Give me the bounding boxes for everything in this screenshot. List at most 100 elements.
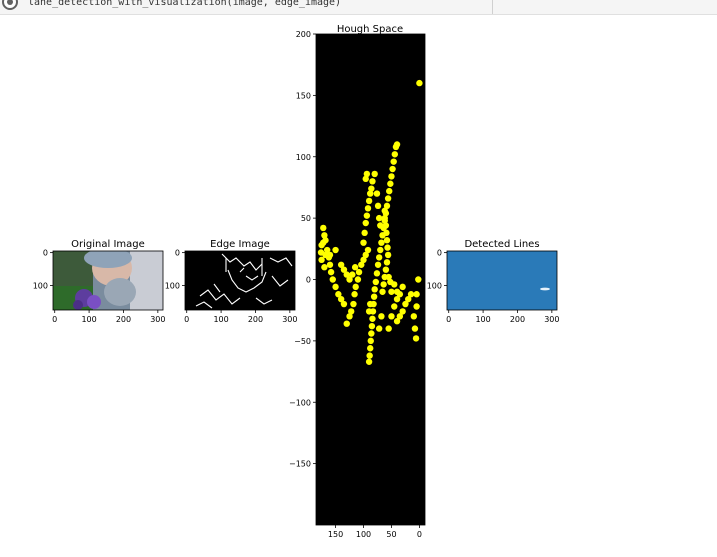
y-tick-label: 0 [43,249,48,258]
hough-point [367,337,374,345]
detected-lines-title: Detected Lines [464,239,539,250]
hough-point [371,170,378,178]
x-tick-label: 200 [116,315,131,324]
hough-point [399,283,406,291]
hough-point [411,325,419,332]
hough-point [377,222,384,229]
hough-point [368,185,375,192]
hough-point [380,281,387,288]
hough-point [372,278,380,286]
hough-point [364,246,372,254]
y-tick-label: −150 [289,460,311,469]
original-image-title: Original Image [71,239,145,250]
hough-point [321,232,328,239]
hough-point [361,229,368,237]
hough-point [415,276,422,283]
y-tick-label: 200 [296,30,311,39]
hough-point [388,173,395,180]
y-tick-label: 0 [175,249,180,258]
hough-point [381,207,388,214]
hough-point [365,308,373,315]
hough-point [384,251,392,259]
hough-point [385,325,392,332]
figure-canvas: Original Image 0 100 200 300 0 100 Edge Image [33,24,560,539]
x-tick-label: 200 [510,315,525,324]
hough-point [363,212,371,219]
y-tick-label: 0 [306,276,311,285]
x-tick-label: 0 [417,530,422,539]
hough-point [378,313,385,320]
hough-point [413,303,420,310]
hough-point [373,190,381,197]
y-tick-label: 100 [427,281,442,290]
hough-point [378,239,385,246]
hough-point [368,330,375,337]
hough-point [367,300,374,308]
hough-point [386,187,393,195]
y-tick-label: 50 [301,214,311,223]
detected-lines-image [447,251,557,310]
hough-point [399,308,406,315]
hough-point [326,261,334,268]
hough-point [369,315,376,322]
hough-point [412,335,420,342]
x-tick-label: 100 [475,315,490,324]
hough-point [407,291,415,298]
detected-lines-panel: Detected Lines 0 100 200 300 0 100 [427,239,560,324]
x-tick-label: 100 [213,315,228,324]
hough-point [375,214,383,222]
y-tick-label: 100 [296,153,311,162]
hough-point [363,170,371,178]
hough-point [320,224,327,232]
hough-point [383,259,391,266]
hough-point [360,239,367,246]
x-tick-label: 150 [328,530,343,539]
hough-point [354,276,362,283]
hough-point [320,239,327,246]
hough-space-panel: Hough Space 150 100 50 0 −150 −100 −50 0 50 100 15… [289,24,426,539]
hough-point [410,313,418,320]
hough-point [391,303,398,310]
hough-point [382,266,390,273]
y-tick-label: 150 [296,91,311,100]
original-image-panel: Original Image 0 100 200 300 0 100 [33,239,166,324]
hough-point [388,288,395,295]
hough-point [321,264,328,271]
y-tick-label: −50 [294,337,311,346]
x-tick-label: 100 [356,530,371,539]
x-tick-label: 300 [282,315,297,324]
hough-point [332,283,339,291]
x-tick-label: 200 [248,315,263,324]
y-tick-label: −100 [289,398,311,407]
hough-point [387,180,394,187]
hough-point [364,205,372,212]
edge-image-panel: Edge Image 0 100 200 300 0 100 [165,239,298,324]
hough-point [366,352,373,359]
hough-point [383,237,391,244]
hough-point [393,141,401,148]
hough-point [416,79,423,87]
hough-point [371,286,378,293]
x-tick-label: 0 [184,315,189,324]
hough-point [351,291,358,298]
hough-point [375,254,383,261]
hough-point [388,313,395,320]
hough-point [351,264,359,271]
detected-line-mark [540,287,550,291]
hough-point [369,178,376,185]
hough-point [382,222,390,229]
y-tick-label: 100 [165,281,180,290]
hough-point [377,246,384,254]
hough-point [327,268,335,276]
hough-point [348,308,355,315]
hough-point [350,300,357,308]
x-tick-label: 0 [52,315,57,324]
hough-point [374,261,382,268]
x-tick-label: 50 [386,530,396,539]
hough-point [385,273,392,281]
edge-image-title: Edge Image [210,239,270,250]
hough-point [365,358,373,365]
hough-point [374,202,382,210]
hough-point [329,276,336,283]
hough-point [362,219,369,227]
